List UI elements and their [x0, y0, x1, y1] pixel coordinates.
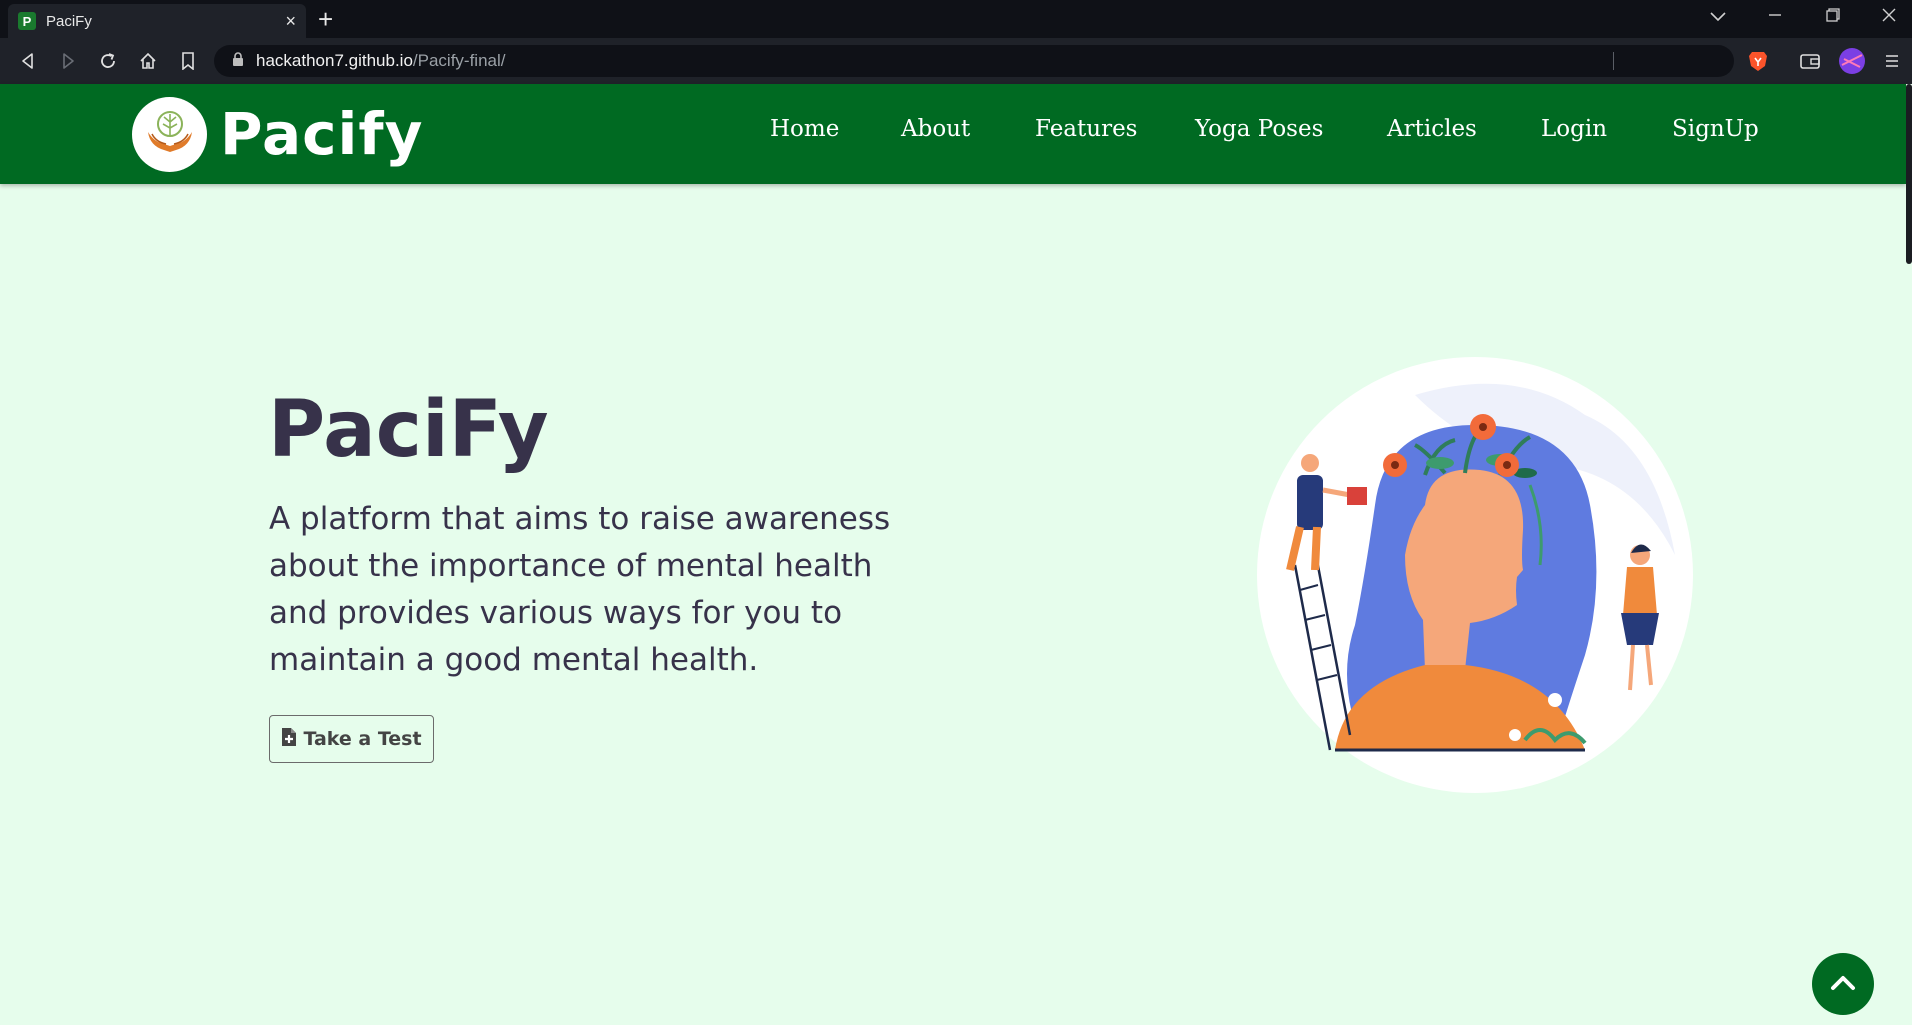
- restore-icon[interactable]: [1826, 6, 1840, 27]
- logo[interactable]: [132, 97, 207, 172]
- chevron-up-icon: [1830, 973, 1856, 996]
- nav-about[interactable]: About: [901, 116, 970, 142]
- hero-description: A platform that aims to raise awareness …: [269, 501, 891, 678]
- new-tab-button[interactable]: +: [318, 6, 333, 32]
- tab-favicon: P: [18, 12, 36, 30]
- nav-signup[interactable]: SignUp: [1672, 116, 1759, 142]
- take-test-label: Take a Test: [303, 728, 422, 750]
- minimize-icon[interactable]: [1768, 6, 1782, 27]
- url-divider: [1613, 52, 1614, 70]
- browser-tabbar: P PaciFy × +: [0, 0, 1912, 38]
- address-bar[interactable]: hackathon7.github.io/Pacify-final/: [214, 45, 1734, 77]
- hero-title: PaciFy: [268, 385, 549, 475]
- nav-login[interactable]: Login: [1541, 116, 1607, 142]
- forward-icon[interactable]: [54, 47, 82, 75]
- browser-tab[interactable]: P PaciFy ×: [8, 4, 306, 38]
- tab-close-icon[interactable]: ×: [285, 11, 296, 32]
- back-icon[interactable]: [14, 47, 42, 75]
- nav-home[interactable]: Home: [770, 116, 839, 142]
- url-path: /Pacify-final/: [412, 51, 506, 70]
- browser-toolbar: hackathon7.github.io/Pacify-final/: [0, 38, 1912, 84]
- site-navbar: Pacify Home About Features Yoga Poses Ar…: [0, 84, 1906, 184]
- hero-illustration: [1255, 355, 1695, 795]
- wallet-icon[interactable]: [1796, 47, 1824, 75]
- tab-search-icon[interactable]: [1710, 6, 1726, 27]
- brave-shield-icon[interactable]: [1744, 47, 1772, 75]
- take-test-button[interactable]: Take a Test: [269, 715, 434, 763]
- menu-icon[interactable]: [1878, 47, 1906, 75]
- page-scrollbar-thumb[interactable]: [1906, 84, 1912, 264]
- lock-icon: [232, 51, 244, 71]
- back-to-top-button[interactable]: [1812, 953, 1874, 1015]
- brand-name[interactable]: Pacify: [220, 100, 423, 168]
- nav-articles[interactable]: Articles: [1387, 116, 1477, 142]
- reload-icon[interactable]: [94, 47, 122, 75]
- nav-yoga-poses[interactable]: Yoga Poses: [1195, 116, 1323, 142]
- home-icon[interactable]: [134, 47, 162, 75]
- lotus-hands-logo-icon: [140, 102, 200, 167]
- bookmark-icon[interactable]: [174, 47, 202, 75]
- close-window-icon[interactable]: [1882, 6, 1896, 27]
- file-medical-icon: [281, 727, 303, 752]
- url-host: hackathon7.github.io: [256, 51, 413, 70]
- tab-title: PaciFy: [46, 12, 92, 30]
- nav-features[interactable]: Features: [1035, 116, 1138, 142]
- profile-icon[interactable]: [1838, 47, 1866, 75]
